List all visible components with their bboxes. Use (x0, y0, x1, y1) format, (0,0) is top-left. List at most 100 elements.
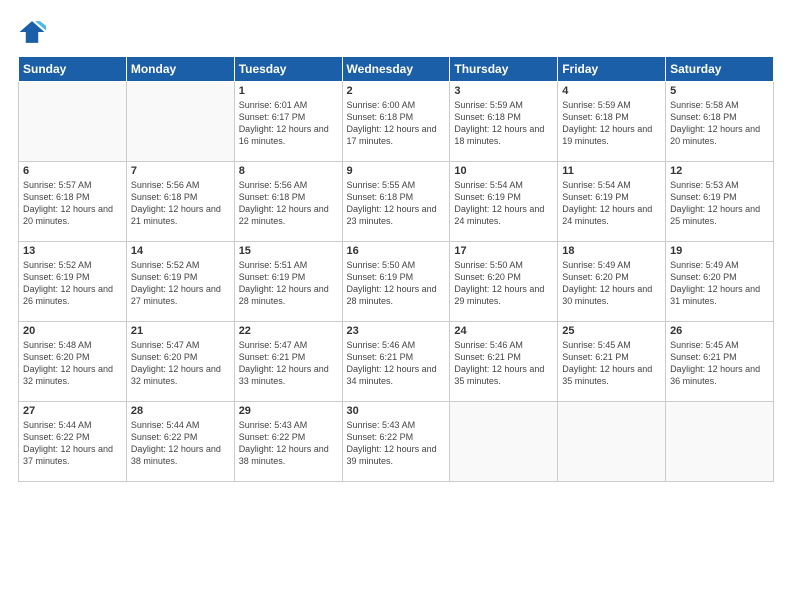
day-info: Sunrise: 5:43 AM Sunset: 6:22 PM Dayligh… (347, 419, 446, 468)
day-number: 14 (131, 245, 230, 257)
day-number: 13 (23, 245, 122, 257)
day-info: Sunrise: 5:56 AM Sunset: 6:18 PM Dayligh… (239, 179, 338, 228)
day-info: Sunrise: 5:46 AM Sunset: 6:21 PM Dayligh… (454, 339, 553, 388)
day-number: 10 (454, 165, 553, 177)
calendar-cell: 16 Sunrise: 5:50 AM Sunset: 6:19 PM Dayli… (342, 242, 450, 322)
day-number: 6 (23, 165, 122, 177)
day-number: 22 (239, 325, 338, 337)
day-info: Sunrise: 5:52 AM Sunset: 6:19 PM Dayligh… (23, 259, 122, 308)
calendar-cell: 1 Sunrise: 6:01 AM Sunset: 6:17 PM Daylig… (234, 82, 342, 162)
day-number: 29 (239, 405, 338, 417)
calendar-cell: 30 Sunrise: 5:43 AM Sunset: 6:22 PM Dayli… (342, 402, 450, 482)
day-info: Sunrise: 5:54 AM Sunset: 6:19 PM Dayligh… (454, 179, 553, 228)
calendar-cell (666, 402, 774, 482)
day-number: 30 (347, 405, 446, 417)
day-number: 20 (23, 325, 122, 337)
day-info: Sunrise: 5:58 AM Sunset: 6:18 PM Dayligh… (670, 99, 769, 148)
day-info: Sunrise: 5:45 AM Sunset: 6:21 PM Dayligh… (670, 339, 769, 388)
day-number: 8 (239, 165, 338, 177)
calendar-cell: 27 Sunrise: 5:44 AM Sunset: 6:22 PM Dayli… (19, 402, 127, 482)
logo-icon (18, 18, 46, 46)
day-info: Sunrise: 5:45 AM Sunset: 6:21 PM Dayligh… (562, 339, 661, 388)
day-info: Sunrise: 6:00 AM Sunset: 6:18 PM Dayligh… (347, 99, 446, 148)
day-number: 15 (239, 245, 338, 257)
day-number: 23 (347, 325, 446, 337)
day-info: Sunrise: 5:47 AM Sunset: 6:20 PM Dayligh… (131, 339, 230, 388)
day-info: Sunrise: 5:44 AM Sunset: 6:22 PM Dayligh… (23, 419, 122, 468)
day-info: Sunrise: 5:50 AM Sunset: 6:20 PM Dayligh… (454, 259, 553, 308)
day-number: 4 (562, 85, 661, 97)
day-number: 5 (670, 85, 769, 97)
calendar-cell: 14 Sunrise: 5:52 AM Sunset: 6:19 PM Dayli… (126, 242, 234, 322)
day-info: Sunrise: 5:59 AM Sunset: 6:18 PM Dayligh… (562, 99, 661, 148)
day-number: 16 (347, 245, 446, 257)
calendar-cell (558, 402, 666, 482)
calendar-cell: 7 Sunrise: 5:56 AM Sunset: 6:18 PM Daylig… (126, 162, 234, 242)
day-number: 24 (454, 325, 553, 337)
calendar-cell: 6 Sunrise: 5:57 AM Sunset: 6:18 PM Daylig… (19, 162, 127, 242)
day-number: 26 (670, 325, 769, 337)
calendar-cell: 10 Sunrise: 5:54 AM Sunset: 6:19 PM Dayli… (450, 162, 558, 242)
calendar-cell (450, 402, 558, 482)
day-info: Sunrise: 5:57 AM Sunset: 6:18 PM Dayligh… (23, 179, 122, 228)
calendar-cell: 22 Sunrise: 5:47 AM Sunset: 6:21 PM Dayli… (234, 322, 342, 402)
day-info: Sunrise: 5:55 AM Sunset: 6:18 PM Dayligh… (347, 179, 446, 228)
calendar-cell: 23 Sunrise: 5:46 AM Sunset: 6:21 PM Dayli… (342, 322, 450, 402)
calendar-cell: 4 Sunrise: 5:59 AM Sunset: 6:18 PM Daylig… (558, 82, 666, 162)
day-number: 17 (454, 245, 553, 257)
calendar-cell: 9Sunrise: 5:55 AM Sunset: 6:18 PM Daylig… (342, 162, 450, 242)
calendar-cell: 24 Sunrise: 5:46 AM Sunset: 6:21 PM Dayli… (450, 322, 558, 402)
header-thursday: Thursday (450, 57, 558, 82)
calendar-cell: 8 Sunrise: 5:56 AM Sunset: 6:18 PM Daylig… (234, 162, 342, 242)
day-info: Sunrise: 5:51 AM Sunset: 6:19 PM Dayligh… (239, 259, 338, 308)
calendar-cell: 17 Sunrise: 5:50 AM Sunset: 6:20 PM Dayli… (450, 242, 558, 322)
day-number: 3 (454, 85, 553, 97)
calendar-cell: 2 Sunrise: 6:00 AM Sunset: 6:18 PM Daylig… (342, 82, 450, 162)
day-info: Sunrise: 5:49 AM Sunset: 6:20 PM Dayligh… (670, 259, 769, 308)
calendar-cell: 3 Sunrise: 5:59 AM Sunset: 6:18 PM Daylig… (450, 82, 558, 162)
day-number: 12 (670, 165, 769, 177)
calendar-cell (126, 82, 234, 162)
day-info: Sunrise: 5:48 AM Sunset: 6:20 PM Dayligh… (23, 339, 122, 388)
day-info: Sunrise: 5:53 AM Sunset: 6:19 PM Dayligh… (670, 179, 769, 228)
calendar-cell: 11 Sunrise: 5:54 AM Sunset: 6:19 PM Dayli… (558, 162, 666, 242)
day-number: 27 (23, 405, 122, 417)
day-info: Sunrise: 5:46 AM Sunset: 6:21 PM Dayligh… (347, 339, 446, 388)
day-number: 21 (131, 325, 230, 337)
day-number: 28 (131, 405, 230, 417)
calendar-cell: 21 Sunrise: 5:47 AM Sunset: 6:20 PM Dayli… (126, 322, 234, 402)
header-saturday: Saturday (666, 57, 774, 82)
day-info: Sunrise: 5:52 AM Sunset: 6:19 PM Dayligh… (131, 259, 230, 308)
header-sunday: Sunday (19, 57, 127, 82)
day-info: Sunrise: 5:44 AM Sunset: 6:22 PM Dayligh… (131, 419, 230, 468)
day-number: 11 (562, 165, 661, 177)
calendar-cell (19, 82, 127, 162)
calendar-cell: 12 Sunrise: 5:53 AM Sunset: 6:19 PM Dayli… (666, 162, 774, 242)
calendar-cell: 13 Sunrise: 5:52 AM Sunset: 6:19 PM Dayli… (19, 242, 127, 322)
header-wednesday: Wednesday (342, 57, 450, 82)
day-number: 19 (670, 245, 769, 257)
header-tuesday: Tuesday (234, 57, 342, 82)
day-info: Sunrise: 5:50 AM Sunset: 6:19 PM Dayligh… (347, 259, 446, 308)
day-number: 7 (131, 165, 230, 177)
calendar-cell: 18 Sunrise: 5:49 AM Sunset: 6:20 PM Dayli… (558, 242, 666, 322)
day-number: 18 (562, 245, 661, 257)
header-friday: Friday (558, 57, 666, 82)
day-info: Sunrise: 5:54 AM Sunset: 6:19 PM Dayligh… (562, 179, 661, 228)
calendar-cell: 26 Sunrise: 5:45 AM Sunset: 6:21 PM Dayli… (666, 322, 774, 402)
calendar-cell: 5 Sunrise: 5:58 AM Sunset: 6:18 PM Daylig… (666, 82, 774, 162)
day-info: Sunrise: 5:47 AM Sunset: 6:21 PM Dayligh… (239, 339, 338, 388)
logo (18, 18, 50, 46)
day-info: Sunrise: 5:49 AM Sunset: 6:20 PM Dayligh… (562, 259, 661, 308)
header-monday: Monday (126, 57, 234, 82)
day-info: Sunrise: 5:59 AM Sunset: 6:18 PM Dayligh… (454, 99, 553, 148)
calendar-cell: 19 Sunrise: 5:49 AM Sunset: 6:20 PM Dayli… (666, 242, 774, 322)
calendar-cell: 20 Sunrise: 5:48 AM Sunset: 6:20 PM Dayli… (19, 322, 127, 402)
day-number: 1 (239, 85, 338, 97)
day-number: 2 (347, 85, 446, 97)
day-info: Sunrise: 6:01 AM Sunset: 6:17 PM Dayligh… (239, 99, 338, 148)
day-number: 25 (562, 325, 661, 337)
calendar-cell: 29Sunrise: 5:43 AM Sunset: 6:22 PM Dayli… (234, 402, 342, 482)
calendar-cell: 28 Sunrise: 5:44 AM Sunset: 6:22 PM Dayli… (126, 402, 234, 482)
day-info: Sunrise: 5:56 AM Sunset: 6:18 PM Dayligh… (131, 179, 230, 228)
